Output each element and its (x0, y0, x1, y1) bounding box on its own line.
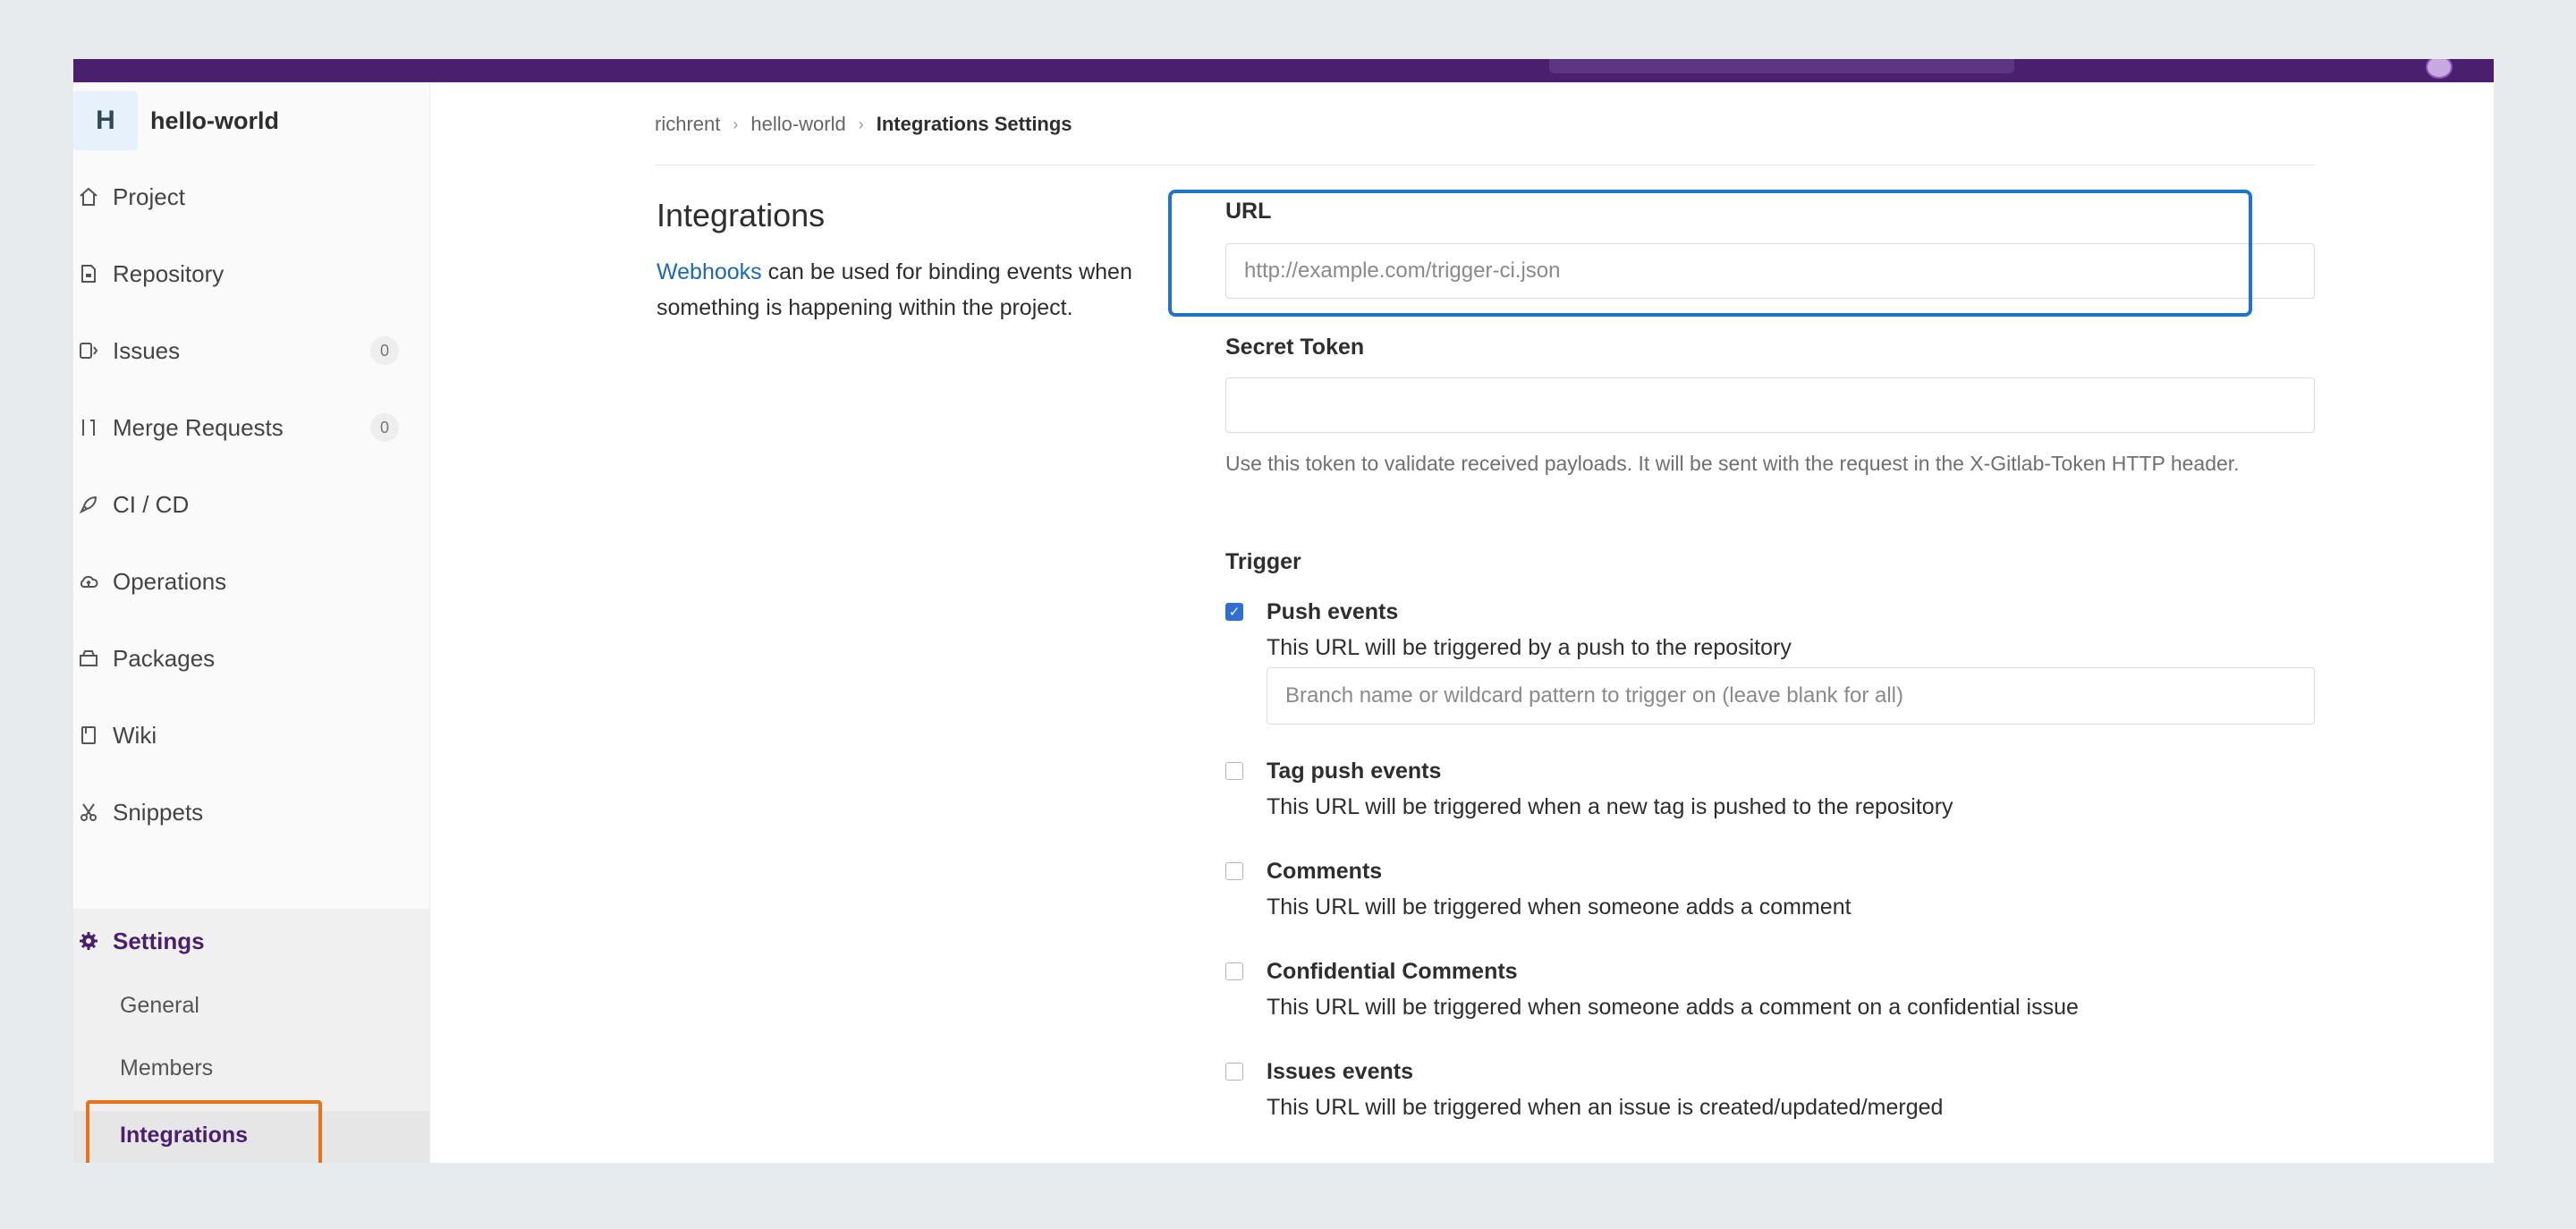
trigger-title: Tag push events (1267, 759, 1442, 784)
push-events-checkbox[interactable]: ✓ (1225, 603, 1243, 621)
sidebar-item-label: Project (113, 182, 185, 210)
trigger-description: This URL will be triggered by a push to … (1267, 635, 1792, 660)
cloud-icon (77, 570, 100, 593)
chevron-right-icon: › (733, 114, 739, 133)
home-icon (77, 185, 100, 208)
sidebar-item-label: Settings (113, 927, 205, 954)
top-navbar (73, 59, 2494, 82)
project-header[interactable]: H hello-world (73, 91, 429, 150)
sidebar-item-label: Wiki (113, 721, 157, 749)
trigger-title: Issues events (1267, 1059, 1413, 1084)
merge-request-icon (77, 416, 100, 439)
trigger-description: This URL will be triggered when an issue… (1267, 1095, 1944, 1120)
sidebar-item-operations[interactable]: Operations (73, 555, 429, 608)
sidebar-subitem-general[interactable]: General (120, 993, 199, 1019)
sidebar-item-packages[interactable]: Packages (73, 631, 429, 685)
rocket-icon (77, 493, 100, 516)
sidebar-item-ci-cd[interactable]: CI / CD (73, 478, 429, 531)
project-avatar: H (73, 91, 138, 150)
secret-token-input[interactable] (1225, 377, 2315, 433)
secret-token-label: Secret Token (1225, 335, 1365, 360)
book-icon (77, 724, 100, 747)
breadcrumb-current[interactable]: Integrations Settings (877, 113, 1072, 136)
gear-icon (77, 929, 100, 953)
sidebar-item-wiki[interactable]: Wiki (73, 708, 429, 762)
sidebar-item-repository[interactable]: Repository (73, 247, 429, 301)
sidebar-item-label: Merge Requests (113, 413, 284, 441)
highlight-box-url (1168, 190, 2252, 317)
sidebar-item-label: Operations (113, 567, 227, 595)
trigger-description: This URL will be triggered when someone … (1267, 995, 2079, 1020)
package-icon (77, 647, 100, 670)
project-name: hello-world (150, 107, 279, 134)
sidebar-item-label: CI / CD (113, 490, 190, 518)
tag-push-events-checkbox[interactable] (1225, 762, 1243, 780)
count-badge: 0 (370, 336, 399, 365)
issues-icon (77, 339, 100, 362)
user-avatar[interactable] (2426, 59, 2453, 79)
webhooks-link[interactable]: Webhooks (657, 259, 762, 284)
branch-filter-input[interactable] (1267, 667, 2315, 725)
sidebar-item-settings[interactable]: Settings (73, 914, 429, 968)
sidebar: H hello-world Project Repository Issues … (73, 82, 430, 1163)
count-badge: 0 (370, 413, 399, 442)
sidebar-item-label: Snippets (113, 798, 204, 826)
page-title: Integrations (657, 197, 826, 233)
sidebar-item-snippets[interactable]: Snippets (73, 785, 429, 839)
highlight-box-integrations (86, 1100, 322, 1163)
trigger-title: Confidential Comments (1267, 959, 1518, 984)
scissors-icon (77, 801, 100, 824)
sidebar-item-label: Packages (113, 644, 216, 672)
file-icon (77, 262, 100, 285)
sidebar-item-project[interactable]: Project (73, 170, 429, 224)
secret-token-help: Use this token to validate received payl… (1225, 452, 2240, 475)
trigger-description: This URL will be triggered when a new ta… (1267, 794, 1953, 819)
intro-description: Webhooks can be used for binding events … (657, 254, 1140, 326)
sidebar-item-label: Issues (113, 336, 181, 364)
sidebar-item-issues[interactable]: Issues 0 (73, 324, 429, 377)
breadcrumb-project[interactable]: hello-world (750, 113, 845, 136)
trigger-title: Comments (1267, 859, 1383, 884)
confidential-comments-checkbox[interactable] (1225, 962, 1243, 980)
screenshot-frame: H hello-world Project Repository Issues … (73, 59, 2494, 1163)
comments-checkbox[interactable] (1225, 862, 1243, 880)
sidebar-item-label: Repository (113, 259, 225, 287)
trigger-description: This URL will be triggered when someone … (1267, 894, 1852, 920)
breadcrumb-user[interactable]: richrent (655, 113, 720, 136)
chevron-right-icon: › (858, 114, 864, 133)
trigger-title: Push events (1267, 599, 1399, 624)
search-bar[interactable] (1549, 59, 2014, 73)
sidebar-item-merge-requests[interactable]: Merge Requests 0 (73, 401, 429, 454)
issues-events-checkbox[interactable] (1225, 1063, 1243, 1081)
breadcrumb: richrent › hello-world › Integrations Se… (655, 113, 1072, 136)
sidebar-subitem-members[interactable]: Members (120, 1055, 213, 1081)
trigger-label: Trigger (1225, 549, 1301, 574)
